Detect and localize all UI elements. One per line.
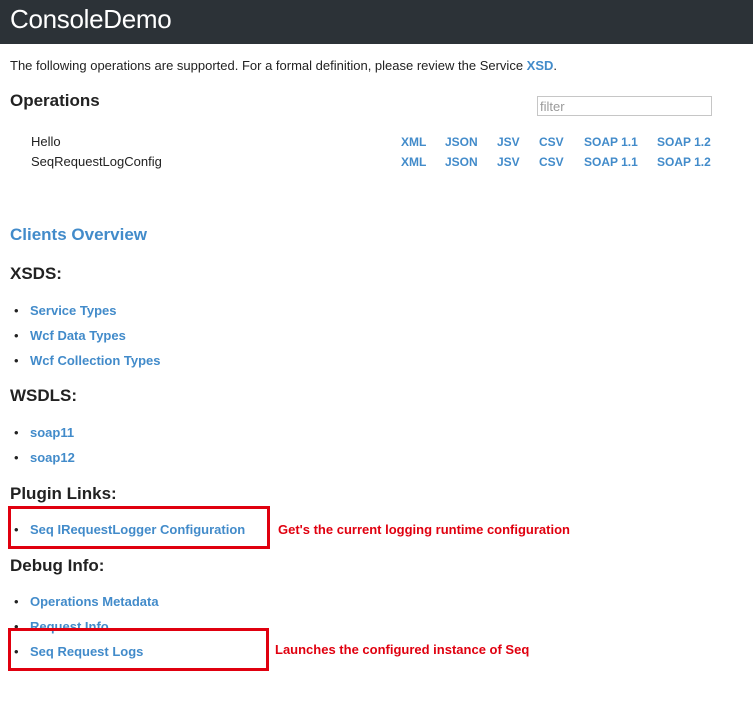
format-soap12-link[interactable]: SOAP 1.2 [657,135,711,149]
bullet-icon: • [14,450,19,465]
service-types-link[interactable]: Service Types [30,303,116,318]
highlight-box-plugin [8,506,270,549]
list-item: • soap12 [14,450,75,465]
format-xml-link[interactable]: XML [401,155,426,169]
debug-annotation: Launches the configured instance of Seq [275,642,530,657]
plugin-annotation: Get's the current logging runtime config… [278,522,570,537]
format-soap11-link[interactable]: SOAP 1.1 [584,155,638,169]
clients-overview-link[interactable]: Clients Overview [10,225,147,245]
operations-heading: Operations [10,91,100,110]
bullet-icon: • [14,594,19,609]
app-header: ConsoleDemo [0,0,753,44]
format-csv-link[interactable]: CSV [539,135,564,149]
format-json-link[interactable]: JSON [445,135,478,149]
bullet-icon: • [14,303,19,318]
plugin-links-heading: Plugin Links: [10,484,117,503]
bullet-icon: • [14,425,19,440]
operation-name: SeqRequestLogConfig [31,154,162,169]
soap11-link[interactable]: soap11 [30,425,74,440]
list-item: • Wcf Data Types [14,328,126,343]
bullet-icon: • [14,353,19,368]
bullet-icon: • [14,328,19,343]
list-item: • Service Types [14,303,116,318]
wcf-data-types-link[interactable]: Wcf Data Types [30,328,126,343]
format-soap11-link[interactable]: SOAP 1.1 [584,135,638,149]
format-json-link[interactable]: JSON [445,155,478,169]
filter-input[interactable] [537,96,712,116]
format-soap12-link[interactable]: SOAP 1.2 [657,155,711,169]
xsd-link[interactable]: XSD [527,58,554,73]
wsdls-heading: WSDLS: [10,386,78,405]
highlight-box-debug [8,628,269,671]
format-xml-link[interactable]: XML [401,135,426,149]
list-item: • soap11 [14,425,74,440]
wcf-collection-types-link[interactable]: Wcf Collection Types [30,353,161,368]
format-jsv-link[interactable]: JSV [497,155,520,169]
intro-text: The following operations are supported. … [10,58,557,73]
operations-metadata-link[interactable]: Operations Metadata [30,594,159,609]
app-title: ConsoleDemo [10,4,172,34]
operation-name: Hello [31,134,61,149]
list-item: • Operations Metadata [14,594,159,609]
format-csv-link[interactable]: CSV [539,155,564,169]
intro-sentence: The following operations are supported. … [10,58,527,73]
xsds-heading: XSDS: [10,264,62,283]
soap12-link[interactable]: soap12 [30,450,75,465]
debug-info-heading: Debug Info: [10,556,105,575]
intro-period: . [553,58,558,73]
list-item: • Wcf Collection Types [14,353,161,368]
format-jsv-link[interactable]: JSV [497,135,520,149]
